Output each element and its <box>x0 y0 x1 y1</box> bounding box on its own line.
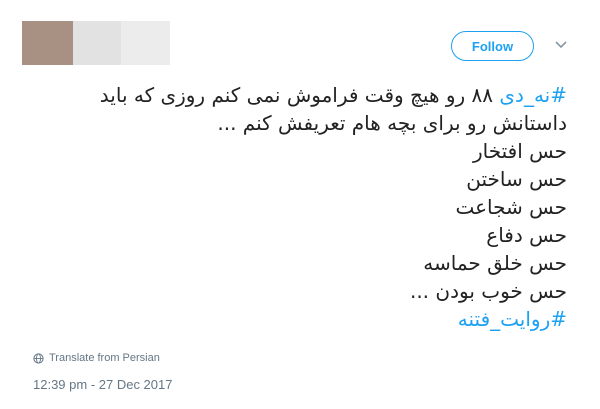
translate-link[interactable]: Translate from Persian <box>33 352 160 364</box>
globe-icon <box>33 352 44 364</box>
tweet-line-4: حس ساختن <box>466 167 567 191</box>
display-name-redacted <box>73 21 121 65</box>
tweet-line-5: حس شجاعت <box>455 195 567 219</box>
tweet-line-text: ۸۸ رو هیچ وقت فراموش نمی کنم روزی که بای… <box>99 83 500 107</box>
follow-button[interactable]: Follow <box>451 31 534 61</box>
tweet-line-2: داستانش رو برای بچه هام تعریفش کنم ... <box>217 111 567 135</box>
avatar[interactable] <box>22 21 73 65</box>
tweet-line-8: حس خوب بودن ... <box>409 279 567 303</box>
tweet-line-9: #روایت_فتنه <box>27 305 567 333</box>
hashtag-link[interactable]: #نه_دی <box>499 83 567 107</box>
translate-label: Translate from Persian <box>49 352 160 364</box>
tweet-line-1: #نه_دی ۸۸ رو هیچ وقت فراموش نمی کنم روزی… <box>27 81 567 109</box>
hashtag-link[interactable]: #روایت_فتنه <box>458 307 567 331</box>
tweet-line-6: حس دفاع <box>486 223 567 247</box>
user-header-blurred[interactable] <box>22 21 170 65</box>
chevron-down-icon[interactable] <box>553 37 569 53</box>
tweet-card: Follow #نه_دی ۸۸ رو هیچ وقت فراموش نمی ک… <box>0 0 600 409</box>
tweet-line-3: حس افتخار <box>472 139 567 163</box>
tweet-text: #نه_دی ۸۸ رو هیچ وقت فراموش نمی کنم روزی… <box>27 81 567 333</box>
tweet-timestamp[interactable]: 12:39 pm - 27 Dec 2017 <box>33 377 172 392</box>
username-redacted <box>121 21 170 65</box>
tweet-line-7: حس خلق حماسه <box>423 251 567 275</box>
